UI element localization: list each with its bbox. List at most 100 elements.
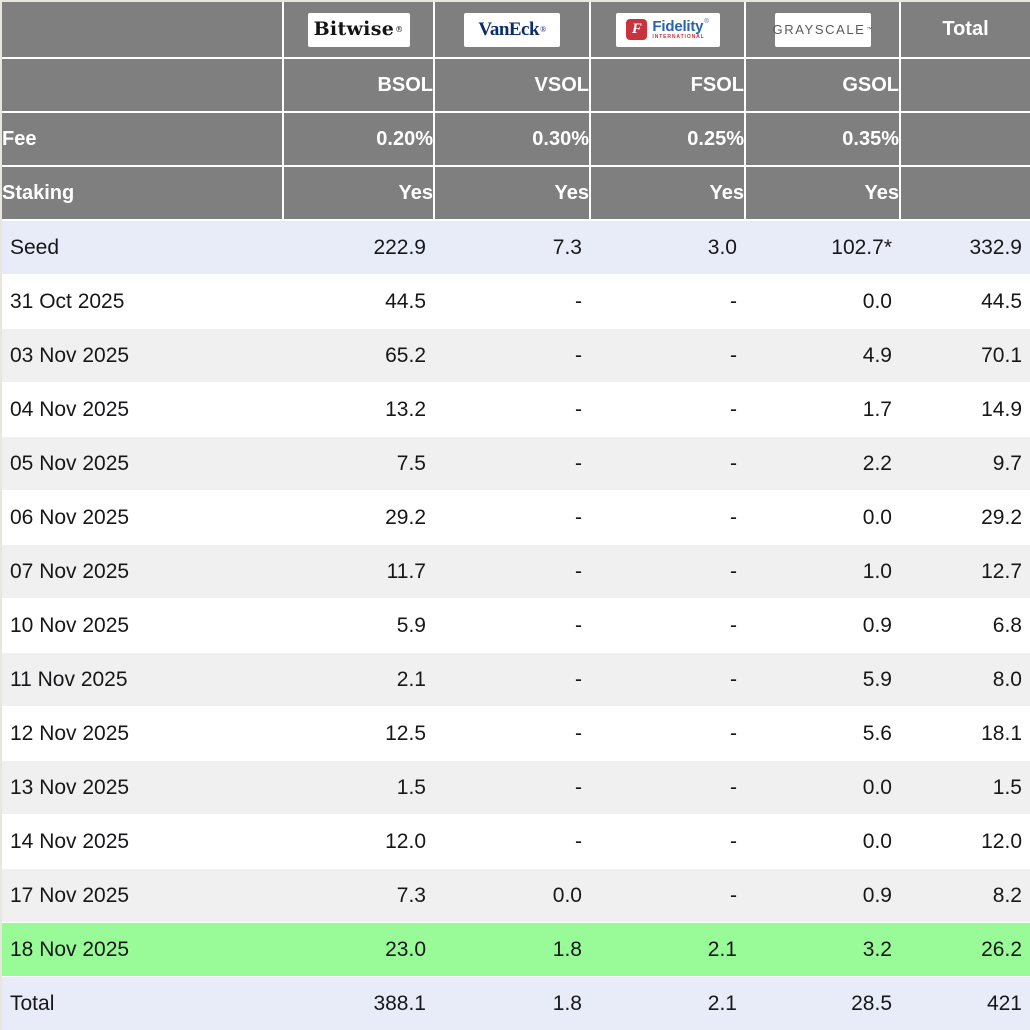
- staking-total-empty: [900, 166, 1030, 220]
- ticker-fsol: FSOL: [590, 58, 745, 112]
- total-column-header: Total: [900, 2, 1030, 58]
- cell-value: -: [590, 869, 745, 923]
- cell-value: 7.3: [283, 869, 434, 923]
- ticker-gsol: GSOL: [745, 58, 900, 112]
- row-label: 04 Nov 2025: [2, 383, 283, 437]
- cell-value: -: [434, 437, 590, 491]
- table-row: 12 Nov 202512.5--5.618.1: [2, 707, 1030, 761]
- registered-mark: ®: [540, 26, 546, 34]
- cell-value: -: [590, 815, 745, 869]
- cell-value: 222.9: [283, 220, 434, 275]
- table-row: 13 Nov 20251.5--0.01.5: [2, 761, 1030, 815]
- staking-bsol: Yes: [283, 166, 434, 220]
- cell-value: 0.0: [434, 869, 590, 923]
- grayscale-logo-icon: GRAYSCALE™: [775, 13, 871, 47]
- logo-row: Bitwise® VanEck® F Fidelity® INTERNATION…: [2, 2, 1030, 58]
- cell-value: 26.2: [900, 923, 1030, 977]
- vaneck-logo-icon: VanEck®: [464, 13, 560, 47]
- table-row: 06 Nov 202529.2--0.029.2: [2, 491, 1030, 545]
- table-row: 17 Nov 20257.30.0-0.98.2: [2, 869, 1030, 923]
- cell-value: 9.7: [900, 437, 1030, 491]
- bitwise-logo-cell: Bitwise®: [283, 2, 434, 58]
- row-label: 12 Nov 2025: [2, 707, 283, 761]
- cell-value: 23.0: [283, 923, 434, 977]
- cell-value: 6.8: [900, 599, 1030, 653]
- cell-value: 332.9: [900, 220, 1030, 275]
- ticker-total-empty: [900, 58, 1030, 112]
- row-label: 06 Nov 2025: [2, 491, 283, 545]
- cell-value: 29.2: [283, 491, 434, 545]
- cell-value: 7.5: [283, 437, 434, 491]
- cell-value: 102.7*: [745, 220, 900, 275]
- fidelity-logo-icon: F Fidelity® INTERNATIONAL: [616, 13, 720, 47]
- cell-value: 70.1: [900, 329, 1030, 383]
- corner-cell: [2, 2, 283, 58]
- table-header: Bitwise® VanEck® F Fidelity® INTERNATION…: [2, 2, 1030, 220]
- cell-value: 2.2: [745, 437, 900, 491]
- cell-value: -: [590, 653, 745, 707]
- cell-value: 3.0: [590, 220, 745, 275]
- cell-value: -: [590, 329, 745, 383]
- fidelity-logo-cell: F Fidelity® INTERNATIONAL: [590, 2, 745, 58]
- cell-value: 2.1: [283, 653, 434, 707]
- flows-table: Bitwise® VanEck® F Fidelity® INTERNATION…: [2, 2, 1030, 1030]
- cell-value: -: [434, 545, 590, 599]
- fee-vsol: 0.30%: [434, 112, 590, 166]
- cell-value: 12.0: [283, 815, 434, 869]
- row-label: 14 Nov 2025: [2, 815, 283, 869]
- bitwise-logo-icon: Bitwise®: [308, 13, 410, 47]
- bitwise-logo-text: Bitwise: [314, 20, 395, 39]
- cell-value: 1.5: [283, 761, 434, 815]
- cell-value: 14.9: [900, 383, 1030, 437]
- cell-value: 13.2: [283, 383, 434, 437]
- cell-value: 44.5: [900, 275, 1030, 329]
- table-row: 10 Nov 20255.9--0.96.8: [2, 599, 1030, 653]
- cell-value: 11.7: [283, 545, 434, 599]
- registered-mark: ®: [395, 26, 403, 34]
- row-label: 07 Nov 2025: [2, 545, 283, 599]
- table-row: 05 Nov 20257.5--2.29.7: [2, 437, 1030, 491]
- staking-vsol: Yes: [434, 166, 590, 220]
- cell-value: 388.1: [283, 977, 434, 1030]
- fidelity-subtext: INTERNATIONAL: [652, 35, 704, 40]
- grayscale-logo-cell: GRAYSCALE™: [745, 2, 900, 58]
- cell-value: -: [434, 491, 590, 545]
- cell-value: -: [434, 599, 590, 653]
- cell-value: -: [590, 707, 745, 761]
- staking-fsol: Yes: [590, 166, 745, 220]
- row-label: 05 Nov 2025: [2, 437, 283, 491]
- cell-value: -: [590, 761, 745, 815]
- cell-value: 8.0: [900, 653, 1030, 707]
- cell-value: 8.2: [900, 869, 1030, 923]
- etf-flows-table: Bitwise® VanEck® F Fidelity® INTERNATION…: [0, 0, 1030, 1030]
- cell-value: -: [590, 491, 745, 545]
- cell-value: 1.8: [434, 923, 590, 977]
- row-label: 13 Nov 2025: [2, 761, 283, 815]
- fidelity-logo-text: Fidelity: [652, 18, 703, 35]
- row-label: 11 Nov 2025: [2, 653, 283, 707]
- cell-value: 44.5: [283, 275, 434, 329]
- vaneck-logo-text: VanEck: [478, 20, 539, 39]
- cell-value: -: [434, 329, 590, 383]
- cell-value: 0.9: [745, 599, 900, 653]
- cell-value: -: [590, 437, 745, 491]
- cell-value: 1.7: [745, 383, 900, 437]
- staking-row: Staking Yes Yes Yes Yes: [2, 166, 1030, 220]
- cell-value: 5.9: [283, 599, 434, 653]
- row-label: 18 Nov 2025: [2, 923, 283, 977]
- registered-mark: ®: [704, 19, 708, 25]
- table-row: Seed222.97.33.0102.7*332.9: [2, 220, 1030, 275]
- cell-value: 421: [900, 977, 1030, 1030]
- ticker-vsol: VSOL: [434, 58, 590, 112]
- ticker-bsol: BSOL: [283, 58, 434, 112]
- fee-gsol: 0.35%: [745, 112, 900, 166]
- cell-value: 4.9: [745, 329, 900, 383]
- table-row: 31 Oct 202544.5--0.044.5: [2, 275, 1030, 329]
- cell-value: 1.0: [745, 545, 900, 599]
- table-row: 14 Nov 202512.0--0.012.0: [2, 815, 1030, 869]
- cell-value: 29.2: [900, 491, 1030, 545]
- row-label: 31 Oct 2025: [2, 275, 283, 329]
- trademark-mark: ™: [866, 27, 872, 33]
- cell-value: -: [590, 383, 745, 437]
- fee-row-label: Fee: [2, 112, 283, 166]
